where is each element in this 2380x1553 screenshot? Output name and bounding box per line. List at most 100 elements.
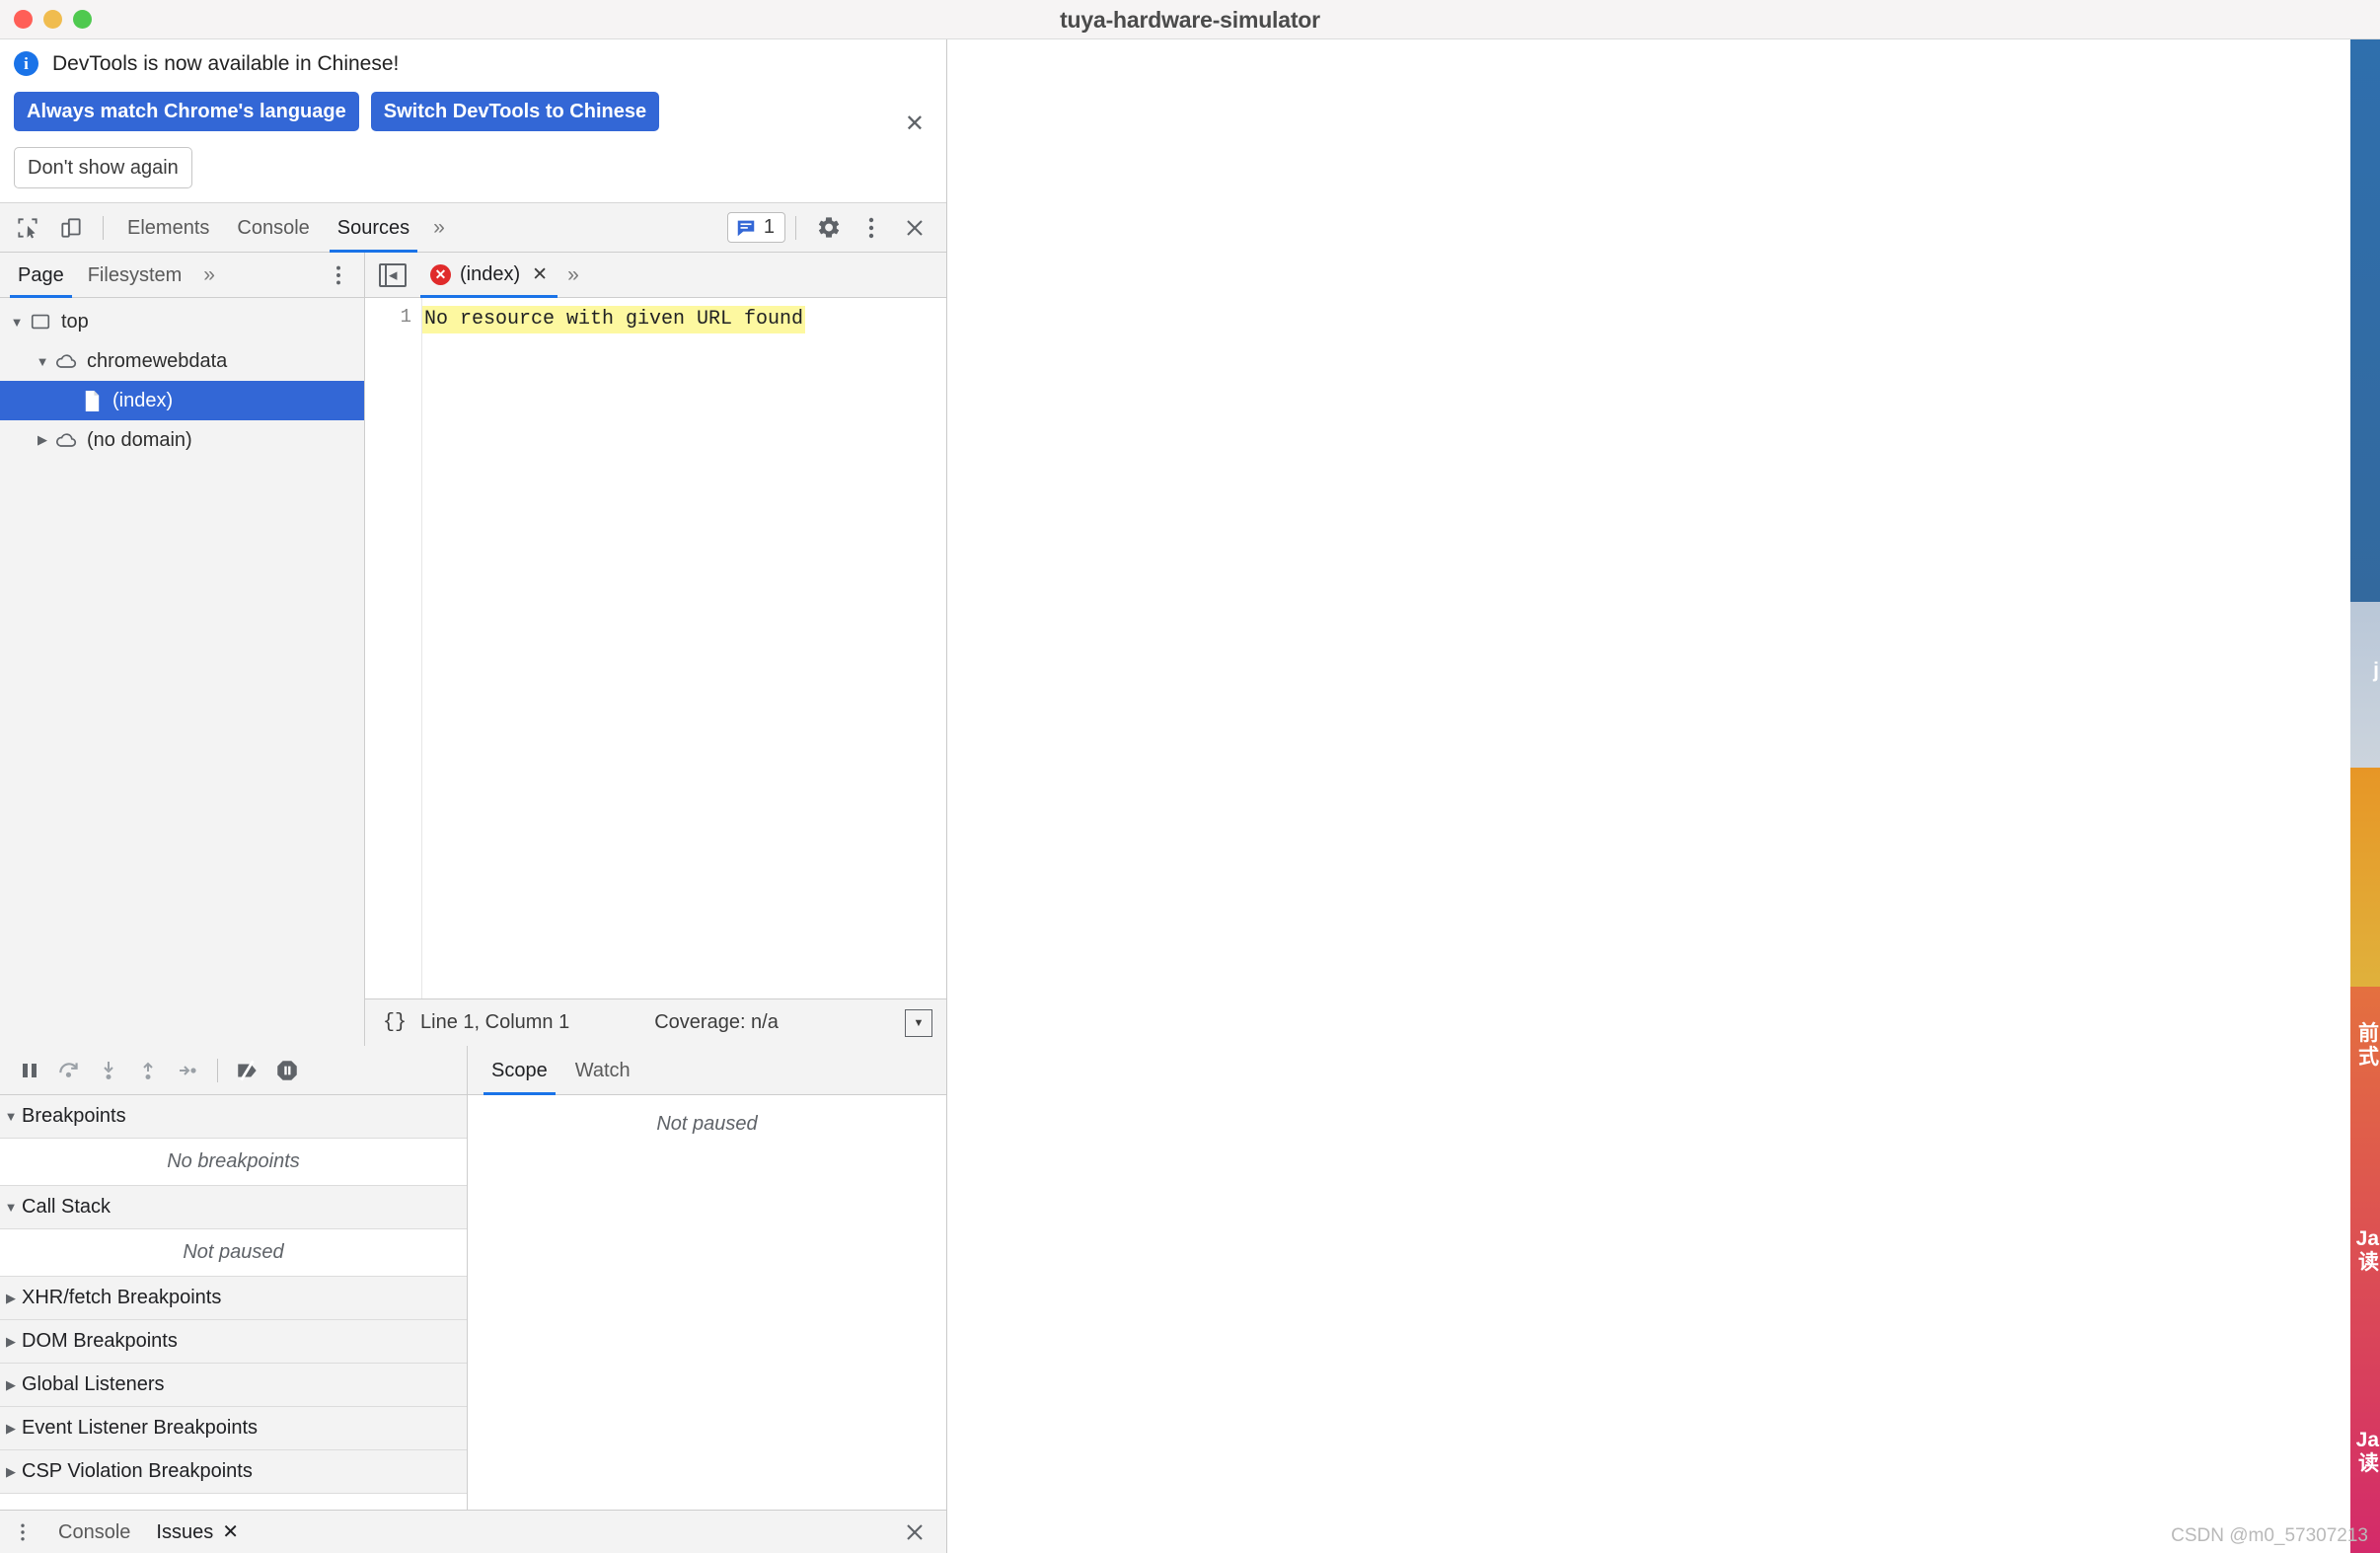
scope-watch-panel: Scope Watch Not paused (468, 1046, 946, 1510)
section-global-listeners[interactable]: ▶ Global Listeners (0, 1364, 467, 1407)
window-title-bar: tuya-hardware-simulator (0, 0, 2380, 39)
close-icon[interactable] (883, 1520, 946, 1544)
tree-item-label: top (61, 310, 89, 333)
device-toolbar-icon[interactable] (54, 211, 88, 245)
tree-item-label: (no domain) (87, 428, 192, 451)
tree-item-no-domain[interactable]: ▶ (no domain) (0, 420, 364, 460)
section-xhr-fetch-breakpoints[interactable]: ▶ XHR/fetch Breakpoints (0, 1277, 467, 1320)
section-event-listener-breakpoints[interactable]: ▶ Event Listener Breakpoints (0, 1407, 467, 1450)
nav-tab-page[interactable]: Page (6, 253, 76, 298)
tab-sources[interactable]: Sources (324, 203, 423, 253)
issues-badge[interactable]: 1 (726, 212, 785, 243)
collapse-sidebar-icon[interactable] (379, 262, 407, 287)
kebab-menu-icon[interactable] (313, 263, 364, 287)
tab-elements[interactable]: Elements (113, 203, 223, 253)
chevron-down-icon[interactable]: ▼ (0, 1200, 22, 1215)
tree-item-top[interactable]: ▼ top (0, 302, 364, 341)
chevron-right-icon[interactable]: ▶ (0, 1334, 22, 1350)
step-into-icon[interactable] (89, 1051, 128, 1090)
sources-body: Page Filesystem » ▼ top ▼ chromewebdata … (0, 253, 946, 1046)
chevron-down-icon[interactable]: ▼ (0, 1109, 22, 1124)
cursor-position: Line 1, Column 1 (420, 1011, 570, 1033)
nav-tab-filesystem[interactable]: Filesystem (76, 253, 194, 298)
drawer-tab-label: Console (58, 1520, 131, 1543)
devtools-tab-bar: Elements Console Sources » 1 (0, 203, 946, 253)
debugger-toolbar (0, 1046, 467, 1095)
close-icon[interactable]: ✕ (532, 263, 548, 286)
section-label: Event Listener Breakpoints (22, 1417, 259, 1439)
chevron-right-icon[interactable]: ▶ (0, 1464, 22, 1480)
chevron-down-icon[interactable]: ▼ (32, 354, 53, 369)
section-label: XHR/fetch Breakpoints (22, 1287, 222, 1308)
chevron-double-right-icon[interactable]: » (558, 263, 589, 287)
step-over-icon[interactable] (49, 1051, 89, 1090)
editor-file-tab-label: (index) (460, 263, 521, 285)
line-number: 1 (400, 306, 411, 328)
edge-band-orange (2350, 768, 2380, 987)
tab-watch[interactable]: Watch (561, 1046, 644, 1095)
issues-count: 1 (763, 216, 775, 238)
chevron-double-right-icon[interactable]: » (193, 263, 225, 287)
dropdown-icon[interactable]: ▼ (905, 1008, 932, 1037)
chevron-right-icon[interactable]: ▶ (32, 432, 53, 448)
tab-scope[interactable]: Scope (478, 1046, 561, 1095)
dont-show-again-button[interactable]: Don't show again (14, 147, 192, 188)
drawer-tab-label: Issues (156, 1520, 214, 1543)
chevron-double-right-icon[interactable]: » (423, 216, 455, 240)
section-label: Call Stack (22, 1196, 112, 1218)
watermark: CSDN @m0_57307213 (2171, 1525, 2368, 1546)
tab-console[interactable]: Console (223, 203, 323, 253)
editor-file-tab-index[interactable]: ✕ (index) ✕ (420, 253, 558, 298)
debugger-area: ▼ Breakpoints No breakpoints ▼ Call Stac… (0, 1046, 946, 1510)
file-tree: ▼ top ▼ chromewebdata (index) ▶ (no doma… (0, 298, 364, 1046)
document-icon (79, 390, 105, 412)
edge-band-lightblue (2350, 602, 2380, 768)
kebab-menu-icon[interactable] (855, 211, 888, 245)
chevron-right-icon[interactable]: ▶ (0, 1421, 22, 1437)
close-icon[interactable]: ✕ (222, 1511, 239, 1553)
edge-snippet-1: 前 式 (2358, 1022, 2379, 1070)
editor-tab-bar: ✕ (index) ✕ » (365, 253, 946, 298)
drawer-tab-issues[interactable]: Issues ✕ (143, 1511, 252, 1553)
tree-item-chromewebdata[interactable]: ▼ chromewebdata (0, 341, 364, 381)
chevron-right-icon[interactable]: ▶ (0, 1291, 22, 1306)
tree-item-label: (index) (112, 389, 174, 411)
tree-item-index[interactable]: (index) (0, 381, 364, 420)
pause-on-exceptions-icon[interactable] (267, 1051, 307, 1090)
section-call-stack[interactable]: ▼ Call Stack (0, 1186, 467, 1229)
resume-script-icon[interactable] (10, 1051, 49, 1090)
section-csp-violation-breakpoints[interactable]: ▶ CSP Violation Breakpoints (0, 1450, 467, 1494)
editor-status-bar: {} Line 1, Column 1 Coverage: n/a ▼ (365, 998, 946, 1046)
gear-icon[interactable] (811, 211, 845, 245)
debugger-sidebar: ▼ Breakpoints No breakpoints ▼ Call Stac… (0, 1046, 468, 1510)
inspect-element-icon[interactable] (11, 211, 44, 245)
close-icon[interactable] (898, 211, 931, 245)
section-breakpoints[interactable]: ▼ Breakpoints (0, 1095, 467, 1139)
kebab-menu-icon[interactable] (0, 1521, 45, 1543)
window-title: tuya-hardware-simulator (1060, 7, 1320, 33)
close-icon[interactable]: ✕ (905, 112, 925, 136)
deactivate-breakpoints-icon[interactable] (228, 1051, 267, 1090)
code-line-1: No resource with given URL found (422, 306, 806, 333)
chevron-right-icon[interactable]: ▶ (0, 1377, 22, 1393)
always-match-language-button[interactable]: Always match Chrome's language (14, 92, 359, 131)
edge-snippet-3: Ja 读 (2355, 1429, 2379, 1476)
drawer-tab-console[interactable]: Console (45, 1511, 143, 1553)
switch-to-chinese-button[interactable]: Switch DevTools to Chinese (370, 92, 660, 131)
step-icon[interactable] (168, 1051, 207, 1090)
breakpoints-empty-message: No breakpoints (0, 1139, 467, 1186)
step-out-icon[interactable] (128, 1051, 168, 1090)
section-label: Global Listeners (22, 1373, 165, 1395)
console-drawer-bar: Console Issues ✕ (0, 1510, 946, 1553)
pretty-print-icon[interactable]: {} (365, 1011, 420, 1034)
cloud-icon (53, 428, 79, 452)
section-label: CSP Violation Breakpoints (22, 1460, 253, 1482)
code-editor[interactable]: 1 No resource with given URL found (365, 298, 946, 998)
section-dom-breakpoints[interactable]: ▶ DOM Breakpoints (0, 1320, 467, 1364)
language-info-bar: i DevTools is now available in Chinese! … (0, 39, 946, 203)
toolbar-divider (217, 1058, 218, 1082)
code-content[interactable]: No resource with given URL found (422, 298, 946, 998)
sources-navigator: Page Filesystem » ▼ top ▼ chromewebdata … (0, 253, 365, 1046)
chevron-down-icon[interactable]: ▼ (6, 315, 28, 330)
section-label: Breakpoints (22, 1105, 126, 1127)
